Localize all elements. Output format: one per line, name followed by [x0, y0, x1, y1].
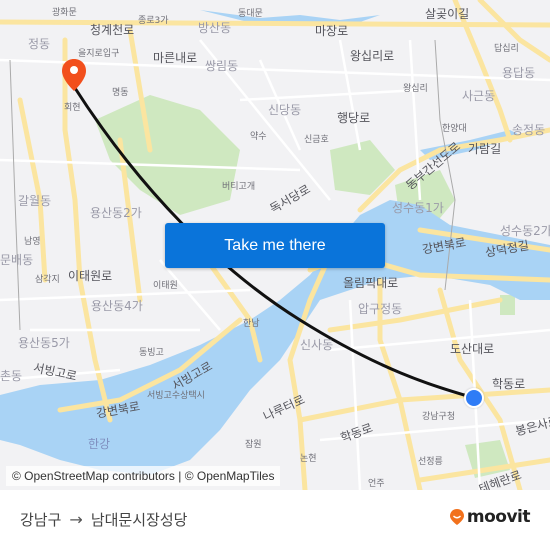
map-label: 압구정동: [358, 302, 403, 316]
map-label: 방산동: [198, 21, 232, 35]
arrow-right-icon: →: [69, 510, 83, 529]
map-label: 용산동2가: [90, 206, 142, 220]
map-label: 용산동4가: [91, 299, 143, 313]
take-me-there-button[interactable]: Take me there: [165, 223, 385, 268]
destination-name: 남대문시장성당: [90, 511, 188, 529]
map-label: 명동: [112, 88, 129, 98]
map-label: 한강: [88, 437, 111, 451]
map-label: 신당동: [268, 103, 302, 117]
map-attribution[interactable]: © OpenStreetMap contributors | © OpenMap…: [6, 466, 281, 486]
map-label: 올림픽대로: [343, 276, 399, 290]
map-view[interactable]: 광화문 청계천로 종로3가 방산동 동대문 정동 을지로입구 명동 회현 마른내…: [0, 0, 550, 490]
map-label: 왕십리: [403, 84, 428, 94]
map-label: 용답동: [502, 66, 536, 80]
map-label: 청계천로: [90, 23, 135, 37]
footer-bar: 강남구 → 남대문시장성당 moovit: [0, 490, 550, 550]
map-label: 촌동: [0, 369, 23, 383]
map-label: 동빙고: [139, 348, 164, 358]
map-label: 답십리: [494, 44, 519, 54]
map-label: 마장로: [315, 24, 349, 38]
map-label: 성수동2가: [500, 224, 550, 238]
map-label: 살곶이길: [425, 7, 470, 21]
map-label: 송정동: [512, 123, 546, 137]
map-label: 사근동: [462, 89, 496, 103]
map-label: 용산동5가: [18, 336, 70, 350]
map-label: 왕십리로: [350, 49, 395, 63]
map-label: 버티고개: [222, 182, 256, 192]
map-label: 약수: [250, 132, 267, 142]
map-label: 광화문: [52, 8, 77, 18]
map-label: 행당로: [337, 111, 371, 125]
map-label: 쌍림동: [205, 59, 239, 73]
origin-marker[interactable]: [464, 388, 484, 408]
map-label: 도산대로: [450, 342, 495, 356]
map-label: 삼각지: [35, 275, 60, 285]
park-small: [500, 295, 515, 315]
map-label: 정동: [28, 37, 51, 51]
map-label: 서빙고수상택시: [147, 391, 205, 401]
map-label: 성수동1가: [392, 201, 444, 215]
moovit-logo[interactable]: moovit: [449, 507, 531, 527]
destination-marker[interactable]: [61, 58, 87, 92]
map-label: 이태원: [153, 281, 178, 291]
moovit-pin-icon: [449, 509, 464, 525]
map-label: 종로3가: [138, 16, 169, 26]
map-label: 선정릉: [418, 457, 443, 467]
map-label: 한남: [243, 319, 260, 329]
map-pin-icon: [62, 59, 86, 91]
map-label: 문배동: [0, 253, 34, 267]
map-label: 강남구청: [422, 412, 456, 422]
map-label: 논현: [300, 454, 317, 464]
map-label: 한양대: [442, 124, 467, 134]
map-label: 회현: [64, 103, 81, 113]
map-label: 언주: [368, 479, 385, 489]
map-label: 갈월동: [18, 194, 52, 208]
map-label: 신금호: [304, 135, 329, 145]
map-label: 마른내로: [153, 51, 198, 65]
map-label: 가람길: [468, 142, 502, 156]
brand-name: moovit: [466, 507, 531, 527]
origin-name: 강남구: [20, 511, 62, 529]
map-label: 남영: [24, 237, 41, 247]
map-label: 잠원: [245, 440, 262, 450]
namsan-park: [95, 95, 240, 215]
route-title: 강남구 → 남대문시장성당: [20, 509, 187, 530]
map-label: 동대문: [238, 9, 263, 19]
map-label: 학동로: [492, 377, 526, 391]
map-label: 신사동: [300, 338, 334, 352]
map-label: 이태원로: [68, 269, 113, 283]
